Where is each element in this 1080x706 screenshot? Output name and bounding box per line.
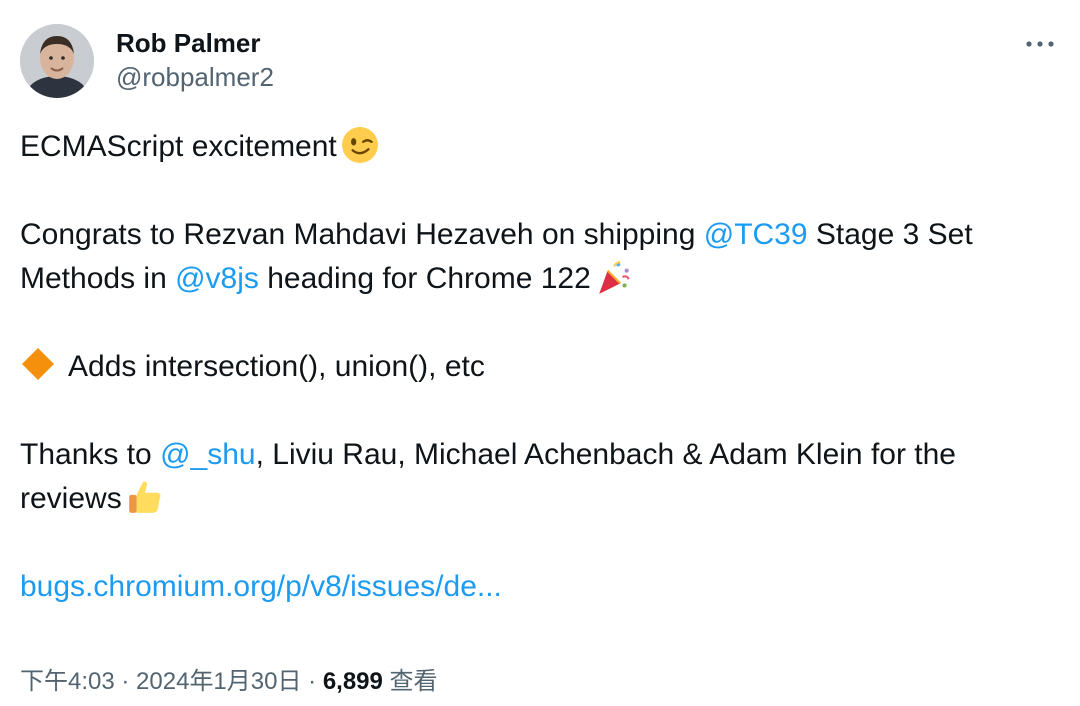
view-count: 6,899 bbox=[322, 668, 383, 695]
issue-link[interactable]: bugs.chromium.org/p/v8/issues/de... bbox=[20, 570, 502, 603]
author-handle[interactable]: @robpalmer2 bbox=[116, 60, 274, 94]
tweet-paragraph-1: ECMAScript excitement bbox=[20, 125, 1060, 169]
mention-tc39[interactable]: @TC39 bbox=[704, 218, 808, 251]
tweet-header: Rob Palmer @robpalmer2 bbox=[20, 24, 1060, 100]
tweet-paragraph-3: Adds intersection(), union(), etc bbox=[20, 345, 1060, 389]
orange-diamond-emoji-icon bbox=[22, 348, 54, 380]
tweet-paragraph-2: Congrats to Rezvan Mahdavi Hezaveh on sh… bbox=[20, 213, 1060, 301]
more-options-button[interactable] bbox=[1020, 32, 1060, 56]
mention-v8js[interactable]: @v8js bbox=[175, 262, 259, 295]
congrats-text-c: heading for Chrome 122 bbox=[258, 262, 591, 295]
tweet-text: ECMAScript excitement Congrats to Rezvan… bbox=[20, 125, 1060, 609]
congrats-text-a: Congrats to Rezvan Mahdavi Hezaveh on sh… bbox=[20, 218, 704, 251]
tweet-line-1: ECMAScript excitement bbox=[20, 130, 337, 163]
avatar[interactable] bbox=[20, 24, 94, 98]
view-count-label: 查看 bbox=[382, 668, 438, 695]
author-names: Rob Palmer @robpalmer2 bbox=[116, 26, 274, 94]
party-popper-emoji-icon bbox=[599, 261, 630, 294]
adds-text: Adds intersection(), union(), etc bbox=[68, 350, 485, 383]
tweet-paragraph-5: bugs.chromium.org/p/v8/issues/de... bbox=[20, 565, 1060, 609]
tweet-time[interactable]: 下午4:03 bbox=[20, 668, 115, 695]
mention-shu[interactable]: @_shu bbox=[160, 438, 256, 471]
tweet-meta: 下午4:03 · 2024年1月30日 · 6,899 查看 bbox=[20, 664, 438, 700]
tweet-paragraph-4: Thanks to @_shu, Liviu Rau, Michael Ache… bbox=[20, 433, 1060, 521]
meta-separator: · bbox=[114, 668, 137, 695]
tweet-date[interactable]: 2024年1月30日 bbox=[136, 668, 301, 695]
meta-separator: · bbox=[301, 668, 323, 695]
avatar-photo bbox=[20, 24, 94, 98]
author-display-name[interactable]: Rob Palmer bbox=[116, 26, 274, 60]
winking-face-emoji-icon bbox=[341, 127, 378, 163]
thumbs-up-emoji-icon bbox=[128, 481, 161, 513]
thanks-text-a: Thanks to bbox=[20, 438, 161, 471]
more-horizontal-icon bbox=[1026, 41, 1054, 47]
